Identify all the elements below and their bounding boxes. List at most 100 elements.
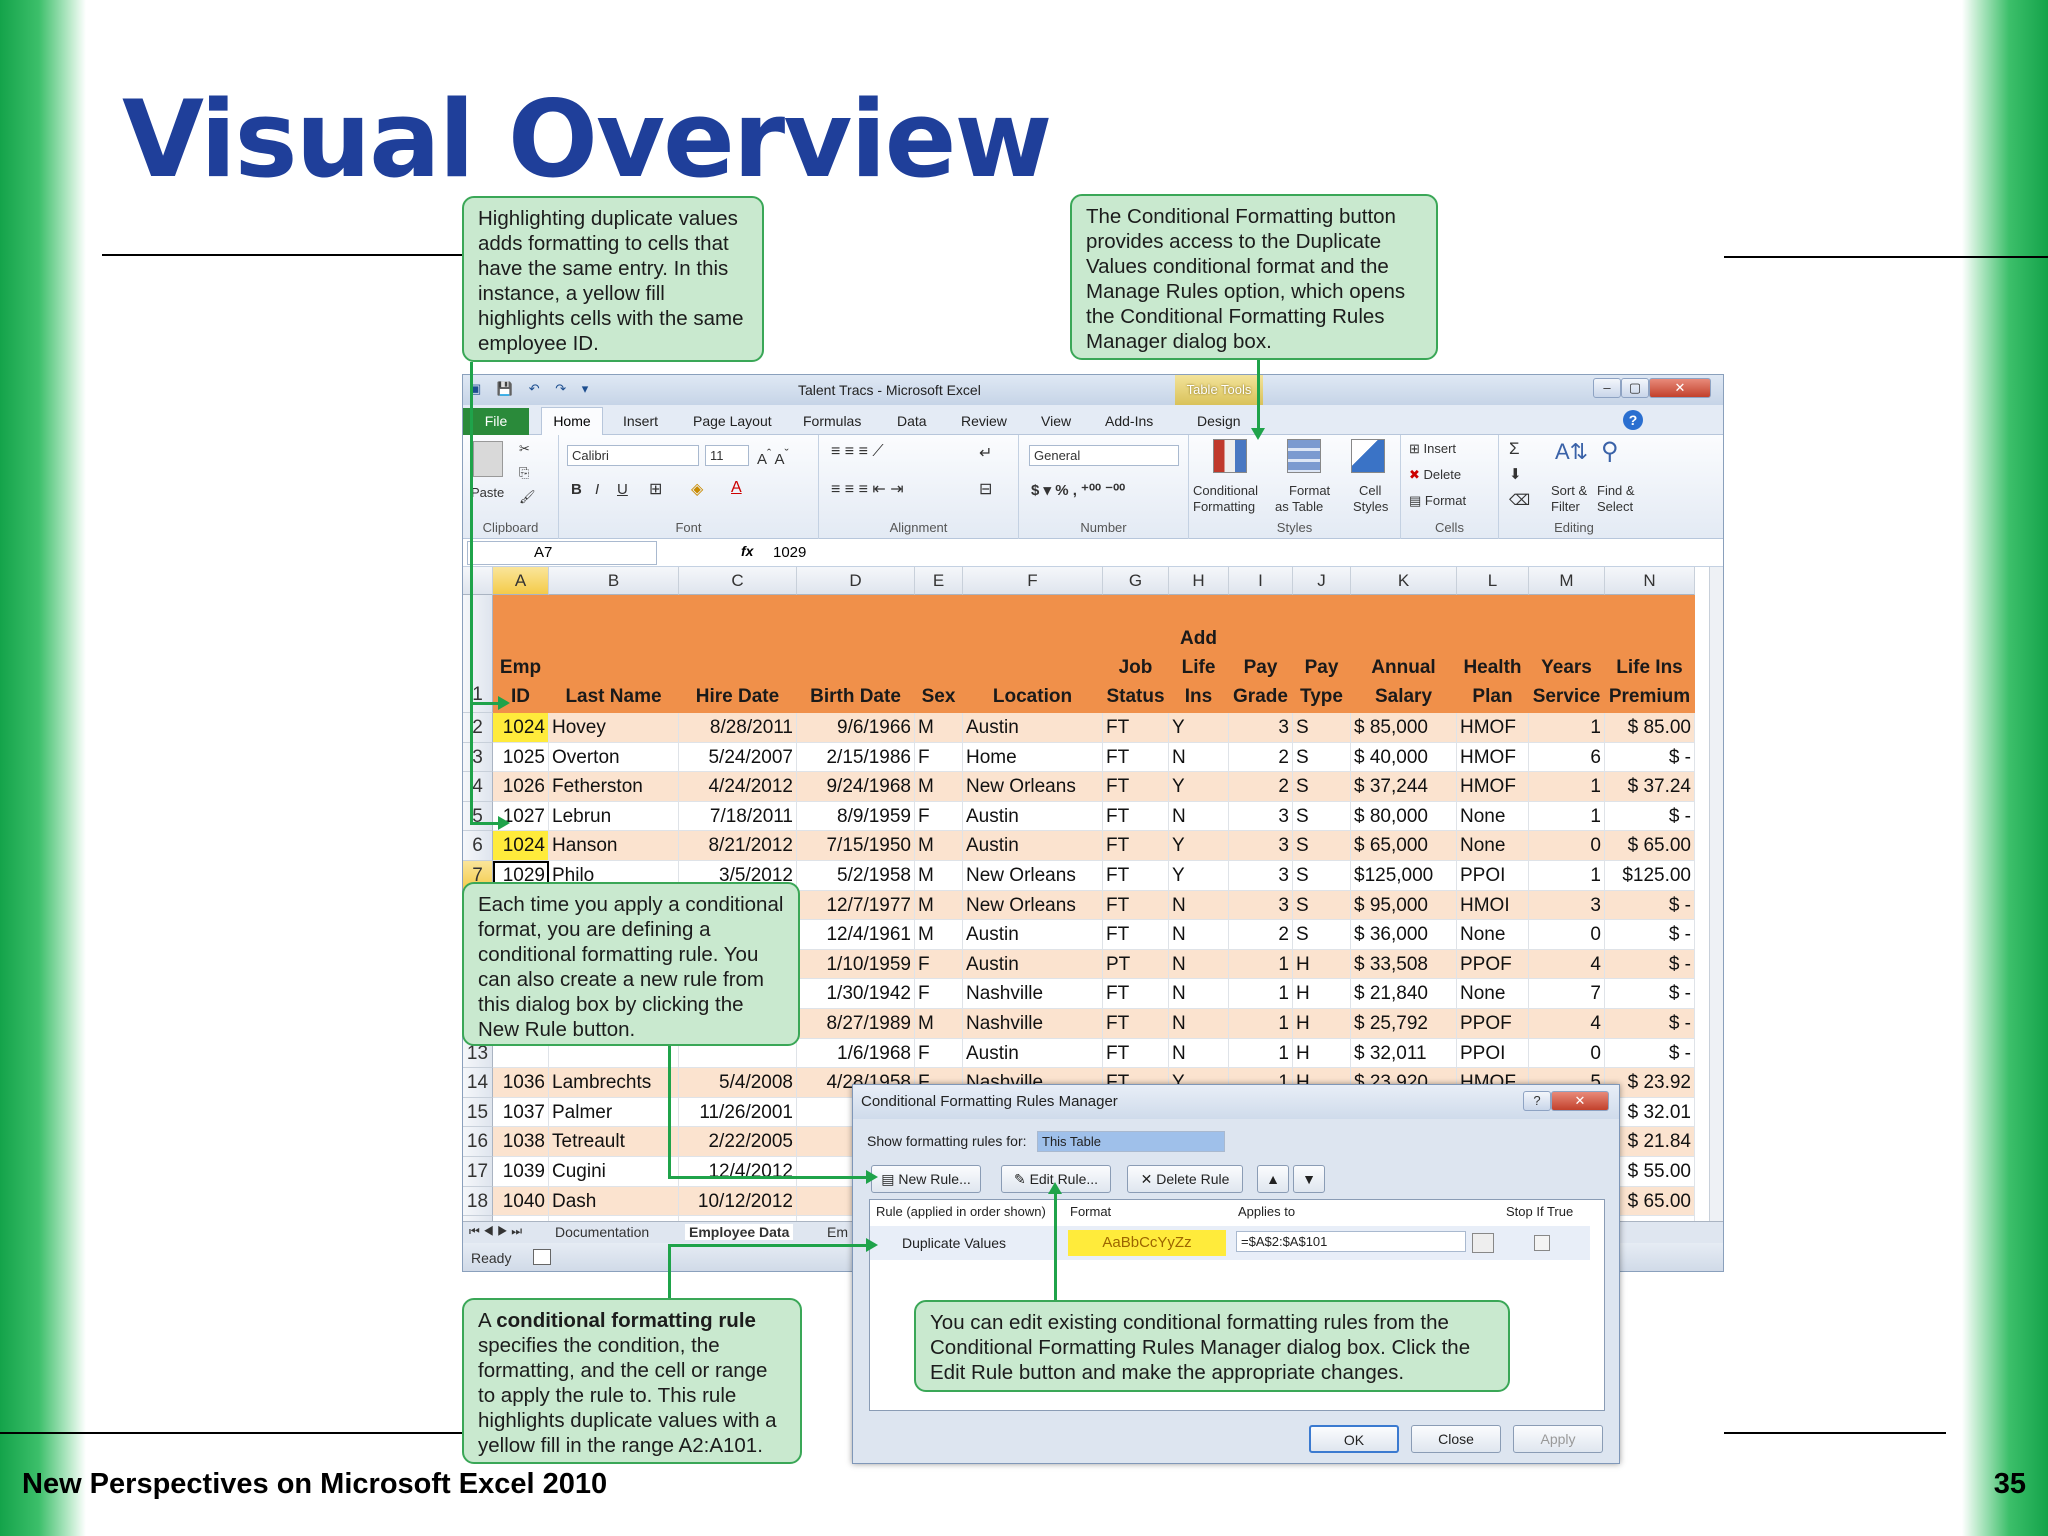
- table-cell[interactable]: Palmer: [549, 1097, 679, 1128]
- table-cell[interactable]: N: [1169, 1038, 1229, 1069]
- autosum-icon[interactable]: Σ: [1509, 439, 1520, 459]
- table-cell[interactable]: 1026: [493, 772, 549, 802]
- cell-styles-icon[interactable]: [1351, 439, 1385, 473]
- table-cell[interactable]: FT: [1103, 831, 1169, 861]
- table-header-cell[interactable]: Pay Type: [1293, 595, 1351, 713]
- table-cell[interactable]: $ -: [1605, 801, 1695, 832]
- table-header-cell[interactable]: Annual Salary: [1351, 595, 1457, 713]
- table-header-cell[interactable]: Birth Date: [797, 595, 915, 713]
- table-cell[interactable]: None: [1457, 831, 1529, 861]
- table-cell[interactable]: Y: [1169, 831, 1229, 861]
- table-cell[interactable]: F: [915, 742, 963, 773]
- table-cell[interactable]: $ -: [1605, 949, 1695, 980]
- row-header[interactable]: 18: [463, 1186, 493, 1217]
- table-cell[interactable]: 1: [1529, 861, 1605, 891]
- table-cell[interactable]: 5/2/1958: [797, 861, 915, 891]
- table-cell[interactable]: 3: [1229, 861, 1293, 891]
- merge-center-icon[interactable]: ⊟: [979, 479, 992, 499]
- table-cell[interactable]: Overton: [549, 742, 679, 773]
- table-cell[interactable]: $ 33,508: [1351, 949, 1457, 980]
- table-cell[interactable]: 8/9/1959: [797, 801, 915, 832]
- format-as-table-icon[interactable]: [1287, 439, 1321, 473]
- rule-row[interactable]: Duplicate Values AaBbCcYyZz =$A$2:$A$101: [870, 1226, 1590, 1260]
- vertical-scrollbar[interactable]: [1709, 567, 1723, 1221]
- table-cell[interactable]: Y: [1169, 713, 1229, 743]
- table-cell[interactable]: $ -: [1605, 979, 1695, 1009]
- conditional-formatting-label-2[interactable]: Formatting: [1193, 499, 1255, 514]
- table-cell[interactable]: M: [915, 920, 963, 950]
- table-cell[interactable]: 3: [1229, 801, 1293, 832]
- table-header-cell[interactable]: Sex: [915, 595, 963, 713]
- row-header[interactable]: 3: [463, 742, 493, 773]
- table-cell[interactable]: 1: [1529, 713, 1605, 743]
- table-cell[interactable]: 1024: [493, 713, 549, 743]
- tab-design[interactable]: Design: [1197, 413, 1241, 429]
- table-cell[interactable]: Lambrechts: [549, 1068, 679, 1098]
- table-cell[interactable]: F: [915, 801, 963, 832]
- table-cell[interactable]: N: [1169, 801, 1229, 832]
- align-top-icon[interactable]: ≡ ≡ ≡ ⟋: [831, 443, 884, 461]
- table-cell[interactable]: Nashville: [963, 979, 1103, 1009]
- table-cell[interactable]: Lebrun: [549, 801, 679, 832]
- table-cell[interactable]: FT: [1103, 920, 1169, 950]
- column-header-m[interactable]: M: [1529, 567, 1605, 595]
- move-up-button[interactable]: ▲: [1257, 1165, 1289, 1193]
- table-cell[interactable]: $ 65,000: [1351, 831, 1457, 861]
- column-header-d[interactable]: D: [797, 567, 915, 595]
- column-header-c[interactable]: C: [679, 567, 797, 595]
- table-header-cell[interactable]: Hire Date: [679, 595, 797, 713]
- table-cell[interactable]: PPOI: [1457, 861, 1529, 891]
- currency-icon[interactable]: $ ▾ % , ⁺⁰⁰ ⁻⁰⁰: [1031, 481, 1125, 499]
- sort-filter-label-2[interactable]: Filter: [1551, 499, 1580, 514]
- new-rule-button[interactable]: ▤ New Rule...: [871, 1165, 981, 1193]
- table-cell[interactable]: 6: [1529, 742, 1605, 773]
- row-header[interactable]: 16: [463, 1127, 493, 1157]
- table-cell[interactable]: $ 85,000: [1351, 713, 1457, 743]
- sort-filter-icon[interactable]: A⇅: [1555, 439, 1588, 465]
- table-cell[interactable]: Tetreault: [549, 1127, 679, 1157]
- table-cell[interactable]: $ 65.00: [1605, 831, 1695, 861]
- macro-record-icon[interactable]: [533, 1249, 551, 1265]
- table-cell[interactable]: HMOI: [1457, 890, 1529, 921]
- table-cell[interactable]: 0: [1529, 1038, 1605, 1069]
- tab-add-ins[interactable]: Add-Ins: [1105, 413, 1153, 429]
- table-cell[interactable]: $125,000: [1351, 861, 1457, 891]
- table-header-cell[interactable]: Location: [963, 595, 1103, 713]
- table-cell[interactable]: 9/24/1968: [797, 772, 915, 802]
- sheet-nav-icon[interactable]: ⏮ ◀ ▶ ⏭: [469, 1224, 522, 1239]
- table-header-cell[interactable]: Last Name: [549, 595, 679, 713]
- cut-icon[interactable]: ✂: [519, 441, 530, 457]
- table-cell[interactable]: 1038: [493, 1127, 549, 1157]
- fill-color-icon[interactable]: ◈: [691, 479, 703, 499]
- table-cell[interactable]: Fetherston: [549, 772, 679, 802]
- table-cell[interactable]: S: [1293, 713, 1351, 743]
- table-cell[interactable]: F: [915, 1038, 963, 1069]
- table-cell[interactable]: $ 37.24: [1605, 772, 1695, 802]
- table-cell[interactable]: 2/22/2005: [679, 1127, 797, 1157]
- table-cell[interactable]: H: [1293, 949, 1351, 980]
- grow-font-icon[interactable]: Aˆ Aˇ: [757, 447, 789, 468]
- underline-button[interactable]: U: [617, 481, 628, 498]
- table-cell[interactable]: 1037: [493, 1097, 549, 1128]
- table-cell[interactable]: PT: [1103, 949, 1169, 980]
- table-cell[interactable]: 1/10/1959: [797, 949, 915, 980]
- maximize-button[interactable]: ▢: [1621, 378, 1649, 398]
- table-cell[interactable]: 3: [1229, 890, 1293, 921]
- table-cell[interactable]: 7/18/2011: [679, 801, 797, 832]
- sheet-tab-documentation[interactable]: Documentation: [555, 1224, 649, 1240]
- table-cell[interactable]: PPOI: [1457, 1038, 1529, 1069]
- table-cell[interactable]: M: [915, 713, 963, 743]
- stop-if-true-checkbox[interactable]: [1534, 1235, 1550, 1251]
- sheet-tab-employee-data[interactable]: Employee Data: [685, 1224, 794, 1240]
- table-cell[interactable]: FT: [1103, 1038, 1169, 1069]
- table-cell[interactable]: N: [1169, 890, 1229, 921]
- table-cell[interactable]: 1: [1229, 979, 1293, 1009]
- table-header-cell[interactable]: Job Status: [1103, 595, 1169, 713]
- table-cell[interactable]: 1: [1529, 801, 1605, 832]
- table-cell[interactable]: None: [1457, 801, 1529, 832]
- column-header-e[interactable]: E: [915, 567, 963, 595]
- sort-filter-label-1[interactable]: Sort &: [1551, 483, 1587, 498]
- insert-cells-button[interactable]: ⊞ Insert: [1409, 441, 1456, 457]
- table-cell[interactable]: Nashville: [963, 1009, 1103, 1039]
- table-cell[interactable]: 3: [1229, 713, 1293, 743]
